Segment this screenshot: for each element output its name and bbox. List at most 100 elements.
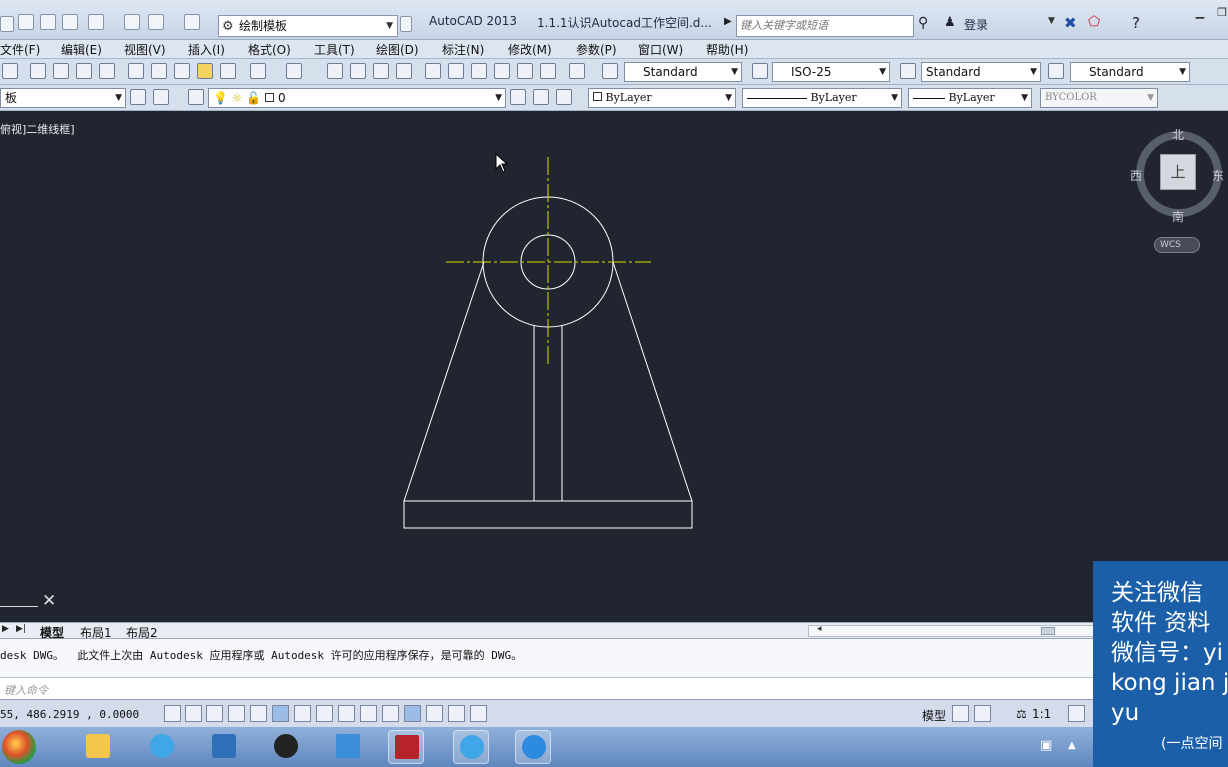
tab-nav-last-icon[interactable]: ▶| <box>16 624 26 634</box>
layer-states-icon[interactable] <box>556 89 572 105</box>
restore-button[interactable]: ❐ <box>1210 6 1228 22</box>
task-explorer[interactable] <box>80 730 116 764</box>
workspace-select[interactable]: ⚙ 绘制模板 ▼ <box>218 15 398 37</box>
right-tangent-line[interactable] <box>612 261 693 502</box>
menu-view[interactable]: 视图(V) <box>124 41 166 58</box>
table-style-icon[interactable] <box>900 63 916 79</box>
coordinate-readout[interactable]: 55, 486.2919 , 0.0000 <box>0 708 139 721</box>
dynamic-ucs-icon[interactable] <box>338 705 355 722</box>
zoom-realtime-icon[interactable] <box>350 63 366 79</box>
zoom-window-icon[interactable] <box>373 63 389 79</box>
paste-icon[interactable] <box>174 63 190 79</box>
task-ie-window[interactable] <box>453 730 489 764</box>
annotation-visibility-icon[interactable] <box>1068 705 1085 722</box>
toolbar-customize-icon[interactable] <box>153 89 169 105</box>
menu-format[interactable]: 格式(O) <box>248 41 291 58</box>
table-style-select[interactable]: Standard ▼ <box>921 62 1041 82</box>
3d-print-icon[interactable] <box>99 63 115 79</box>
redo-icon[interactable] <box>286 63 302 79</box>
selection-cycling-icon[interactable] <box>448 705 465 722</box>
cut-icon[interactable] <box>128 63 144 79</box>
infer-constraints-icon[interactable] <box>164 705 181 722</box>
plot-preview-icon[interactable] <box>88 14 104 30</box>
autodesk-360-icon[interactable]: ⬠ <box>1088 14 1100 30</box>
undo-icon[interactable] <box>250 63 266 79</box>
lineweight-icon[interactable] <box>382 705 399 722</box>
save-icon[interactable] <box>40 14 56 30</box>
compass-north[interactable]: 北 <box>1172 126 1184 143</box>
match-properties-icon[interactable] <box>197 63 213 79</box>
print-icon[interactable] <box>124 14 140 30</box>
block-editor-icon[interactable] <box>220 63 236 79</box>
ortho-mode-icon[interactable] <box>228 705 245 722</box>
save-as-icon[interactable] <box>62 14 78 30</box>
menu-modify[interactable]: 修改(M) <box>508 41 552 58</box>
redo-icon[interactable] <box>184 14 200 30</box>
menu-dimension[interactable]: 标注(N) <box>442 41 484 58</box>
text-style-select[interactable]: Standard ▼ <box>624 62 742 82</box>
snap-mode-icon[interactable] <box>185 705 202 722</box>
design-center-icon[interactable] <box>448 63 464 79</box>
close-icon[interactable]: ✕ <box>42 591 56 611</box>
menu-parametric[interactable]: 参数(P) <box>576 41 617 58</box>
copy-icon[interactable] <box>151 63 167 79</box>
sheet-set-icon[interactable] <box>494 63 510 79</box>
minimize-button[interactable]: ▁ <box>1188 6 1212 22</box>
command-input[interactable]: 键入命令 <box>0 677 1228 699</box>
viewcube-top-face[interactable]: 上 <box>1160 154 1196 190</box>
start-button[interactable] <box>2 730 36 764</box>
quick-access-dropdown-icon[interactable] <box>400 16 412 32</box>
compass-east[interactable]: 东 <box>1212 167 1224 184</box>
help-icon[interactable] <box>569 63 585 79</box>
menu-window[interactable]: 窗口(W) <box>638 41 683 58</box>
task-autocad[interactable] <box>388 730 424 764</box>
chevron-right-icon[interactable]: ▶ <box>724 16 732 27</box>
open-file-icon[interactable] <box>18 14 34 30</box>
publish-icon[interactable] <box>76 63 92 79</box>
zoom-previous-icon[interactable] <box>396 63 412 79</box>
multileader-style-select[interactable]: Standard ▼ <box>1070 62 1190 82</box>
model-space-toggle[interactable]: 模型 <box>922 707 946 724</box>
task-media-player[interactable] <box>206 730 242 764</box>
task-internet-explorer[interactable] <box>144 730 180 764</box>
viewcube[interactable]: 上 北 南 西 东 WCS <box>1130 126 1228 256</box>
task-recorder[interactable] <box>515 730 551 764</box>
transparency-icon[interactable] <box>404 705 421 722</box>
multileader-style-icon[interactable] <box>1048 63 1064 79</box>
grid-display-icon[interactable] <box>206 705 223 722</box>
dim-style-icon[interactable] <box>752 63 768 79</box>
quick-properties-icon[interactable] <box>426 705 443 722</box>
layer-previous-icon[interactable] <box>533 89 549 105</box>
undo-icon[interactable] <box>148 14 164 30</box>
exchange-icon[interactable]: ✖ <box>1064 14 1077 32</box>
lineweight-select[interactable]: ByLayer ▼ <box>908 88 1032 108</box>
help-icon[interactable]: ? <box>1132 14 1140 32</box>
3d-object-snap-icon[interactable] <box>294 705 311 722</box>
menu-edit[interactable]: 编辑(E) <box>61 41 102 58</box>
workspace-settings-icon[interactable] <box>130 89 146 105</box>
login-button[interactable]: 登录 <box>964 16 988 33</box>
quick-view-drawings-icon[interactable] <box>974 705 991 722</box>
color-select[interactable]: ByLayer ▼ <box>588 88 736 108</box>
compass-south[interactable]: 南 <box>1172 208 1184 225</box>
layer-properties-icon[interactable] <box>188 89 204 105</box>
drawing-canvas[interactable] <box>0 111 1228 622</box>
markup-icon[interactable] <box>517 63 533 79</box>
compass-west[interactable]: 西 <box>1130 167 1142 184</box>
task-qq[interactable] <box>268 730 304 764</box>
annotation-monitor-icon[interactable] <box>470 705 487 722</box>
layer-select[interactable]: 💡 ☼ 🔓 0 ▼ <box>208 88 506 108</box>
binoculars-icon[interactable]: ⚲ <box>918 15 928 31</box>
workspace-combo[interactable]: 板 ▼ <box>0 88 126 108</box>
dim-style-select[interactable]: ISO-25 ▼ <box>772 62 890 82</box>
horizontal-scrollbar[interactable]: ◂ <box>808 624 1098 637</box>
text-style-icon[interactable] <box>602 63 618 79</box>
base-rectangle[interactable] <box>403 500 693 529</box>
object-snap-tracking-icon[interactable] <box>316 705 333 722</box>
quick-view-layouts-icon[interactable] <box>952 705 969 722</box>
make-current-layer-icon[interactable] <box>510 89 526 105</box>
menu-tools[interactable]: 工具(T) <box>314 41 355 58</box>
left-tangent-line[interactable] <box>403 261 485 502</box>
menu-insert[interactable]: 插入(I) <box>188 41 225 58</box>
tray-expand-icon[interactable]: ▲ <box>1068 740 1076 751</box>
